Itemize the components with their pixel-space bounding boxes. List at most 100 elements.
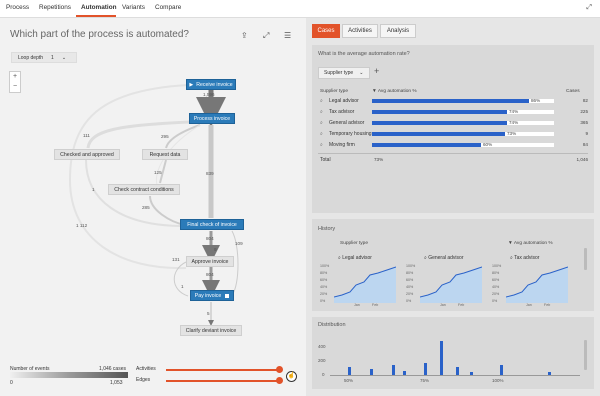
magnifier-icon[interactable]: ⌕ xyxy=(320,142,323,148)
add-filter-button[interactable]: + xyxy=(374,66,379,76)
events-min: 0 xyxy=(10,380,13,386)
distribution-bar xyxy=(403,371,406,375)
distribution-bar xyxy=(500,365,503,375)
edge-label: 109 xyxy=(235,241,243,246)
history-ytick: 20% xyxy=(320,292,328,296)
history-xtick: Jan xyxy=(440,303,446,307)
row-cases: 365 xyxy=(580,120,588,125)
history-area xyxy=(334,267,396,303)
col-avg-automation[interactable]: ▼ Avg automation % xyxy=(372,89,417,94)
row-cases: 82 xyxy=(582,98,588,103)
row-pct: 74% xyxy=(509,109,519,114)
tab-automation[interactable]: Automation xyxy=(81,4,117,11)
row-supplier-label: General advisor xyxy=(329,120,365,126)
edge-label: 285 xyxy=(142,205,150,210)
events-max: 1,053 xyxy=(110,380,123,386)
edge-label: 131 xyxy=(172,257,180,262)
edges-slider[interactable] xyxy=(166,380,278,382)
total-cases: 1,046 xyxy=(576,157,589,162)
history-ytick: 20% xyxy=(492,292,500,296)
distribution-card xyxy=(312,317,594,389)
history-ytick: 40% xyxy=(406,285,414,289)
edge-label: 804 xyxy=(206,272,214,277)
dist-ytick: 400 xyxy=(318,344,326,349)
distribution-bar xyxy=(424,363,427,375)
history-ytick: 40% xyxy=(320,285,328,289)
events-gradient-legend xyxy=(10,372,128,378)
edges-label: Edges xyxy=(136,377,151,383)
tab-cases[interactable]: Cases xyxy=(312,24,340,38)
history-mini-chart[interactable]: ⌕ Legal advisor 100% 80% 60% 40% 20% 0% Jan Feb xyxy=(318,252,402,308)
activities-slider[interactable] xyxy=(166,369,278,371)
history-ytick: 80% xyxy=(492,271,500,275)
node-receive-invoice[interactable]: ▶ Receive invoice xyxy=(186,79,236,90)
history-ytick: 0% xyxy=(406,299,412,303)
magnifier-icon[interactable]: ⌕ xyxy=(320,131,323,137)
history-area-chart xyxy=(420,266,482,303)
history-ytick: 80% xyxy=(406,271,414,275)
history-area xyxy=(420,267,482,303)
total-pct: 73% xyxy=(374,157,384,162)
chevron-down-icon: ⌄ xyxy=(359,70,364,76)
top-navigation: Process Repetitions Automation Variants … xyxy=(0,0,600,18)
edges-slider-handle[interactable] xyxy=(276,377,283,384)
history-mini-title: ⌕ General advisor xyxy=(424,255,464,261)
node-final-check-of-invoice[interactable]: Final check of invoice xyxy=(180,219,244,230)
node-clarify-deviant-invoice[interactable]: Clarify deviant invoice xyxy=(180,325,242,336)
edge-label: 839 xyxy=(206,171,214,176)
history-col-avg[interactable]: ▼ Avg automation % xyxy=(508,241,553,246)
activities-label: Activities xyxy=(136,366,156,372)
node-approve-invoice[interactable]: Approve invoice xyxy=(186,256,234,267)
row-pct: 86% xyxy=(531,98,541,103)
history-mini-chart[interactable]: ⌕ General advisor 100% 80% 60% 40% 20% 0% Jan Fe… xyxy=(404,252,488,308)
tab-compare[interactable]: Compare xyxy=(155,4,181,11)
history-area-chart xyxy=(506,266,568,303)
history-xtick: Feb xyxy=(544,303,551,307)
activities-slider-handle[interactable] xyxy=(276,366,283,373)
automation-bar xyxy=(372,143,481,147)
history-mini-chart[interactable]: ⌕ Tax advisor 100% 80% 60% 40% 20% 0% Jan Feb xyxy=(490,252,574,308)
distribution-bar xyxy=(548,372,551,375)
distribution-scrollbar[interactable] xyxy=(584,340,587,370)
tab-repetitions[interactable]: Repetitions xyxy=(39,4,71,11)
automation-bar xyxy=(372,110,507,114)
dist-xtick: 100% xyxy=(492,378,504,383)
fullscreen-icon[interactable]: ⤢ xyxy=(586,4,592,12)
tab-analysis[interactable]: Analysis xyxy=(380,24,416,38)
history-ytick: 20% xyxy=(406,292,414,296)
edge-label: 125 xyxy=(154,170,162,175)
history-ytick: 100% xyxy=(492,264,502,268)
row-pct: 74% xyxy=(509,120,519,125)
history-ytick: 80% xyxy=(320,271,328,275)
node-checked-and-approved[interactable]: Checked and approved xyxy=(54,149,120,160)
edge-label: 804 xyxy=(206,236,214,241)
automation-card-title: What is the average automation rate? xyxy=(318,51,410,57)
divider xyxy=(318,153,588,154)
history-area-chart xyxy=(334,266,396,303)
distribution-bar xyxy=(440,341,443,375)
magnifier-icon[interactable]: ⌕ xyxy=(320,109,323,115)
history-xtick: Jan xyxy=(354,303,360,307)
node-check-contract-conditions[interactable]: Check contract conditions xyxy=(108,184,180,195)
history-scrollbar[interactable] xyxy=(584,248,587,270)
row-pct: 73% xyxy=(507,131,517,136)
col-supplier-type: Supplier type xyxy=(320,89,348,94)
history-xtick: Feb xyxy=(458,303,465,307)
start-icon: ▶ xyxy=(189,81,194,88)
magnifier-icon[interactable]: ⌕ xyxy=(320,120,323,126)
col-cases: Cases xyxy=(566,89,580,94)
magnifier-icon[interactable]: ⌕ xyxy=(320,98,323,104)
tab-process[interactable]: Process xyxy=(6,4,29,11)
supplier-type-filter[interactable]: Supplier type ⌄ xyxy=(318,67,370,79)
distribution-bar xyxy=(470,372,473,375)
node-process-invoice[interactable]: Process invoice xyxy=(189,113,235,124)
edge-label: 9 xyxy=(214,247,217,252)
node-request-data[interactable]: Request data xyxy=(142,149,188,160)
history-mini-title: ⌕ Tax advisor xyxy=(510,255,540,261)
distribution-bar xyxy=(370,369,373,375)
tab-variants[interactable]: Variants xyxy=(122,4,145,11)
node-pay-invoice[interactable]: Pay invoice xyxy=(190,290,234,301)
automation-bar xyxy=(372,99,529,103)
tab-activities[interactable]: Activities xyxy=(342,24,378,38)
row-supplier-label: Temporary housing xyxy=(329,131,372,137)
